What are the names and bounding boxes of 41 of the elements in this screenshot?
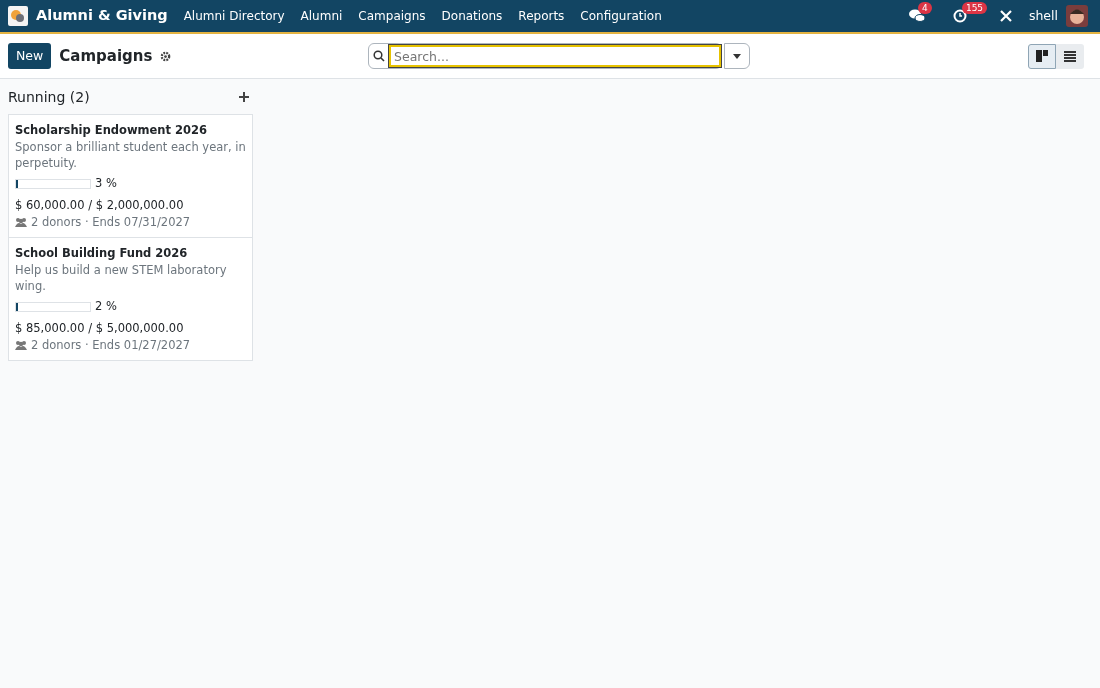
breadcrumb: Campaigns bbox=[59, 45, 153, 67]
add-icon[interactable] bbox=[239, 92, 249, 102]
card-description: Help us build a new STEM laboratory wing. bbox=[15, 262, 228, 295]
user-name[interactable]: shell bbox=[1028, 6, 1058, 26]
search-icon bbox=[373, 50, 385, 62]
progress-percent: 3 % bbox=[95, 175, 117, 193]
activity-clock-icon[interactable] bbox=[952, 9, 967, 23]
menu-item[interactable]: Configuration bbox=[572, 7, 670, 25]
new-button[interactable]: New bbox=[8, 42, 52, 70]
card-meta: 2 donors · Ends 07/31/2027 bbox=[31, 213, 191, 231]
card-meta: 2 donors · Ends 01/27/2027 bbox=[31, 336, 191, 354]
users-icon bbox=[15, 340, 27, 351]
card-title: Scholarship Endowment 2026 bbox=[15, 122, 209, 139]
list-view-button[interactable] bbox=[1056, 43, 1084, 69]
card-description: Sponsor a brilliant student each year, in perpetuity. bbox=[15, 139, 246, 172]
menu-item[interactable]: Donations bbox=[433, 7, 511, 25]
column-title: Running (2) bbox=[8, 87, 90, 107]
menu-item[interactable]: Alumni Directory bbox=[175, 7, 293, 25]
amount-text: $ 60,000.00 / $ 2,000,000.00 bbox=[15, 196, 185, 214]
card-title: School Building Fund 2026 bbox=[15, 245, 189, 262]
campaign-card[interactable]: Scholarship Endowment 2026 Sponsor a brilliant student each year, in perpetuity. 3 % $ 60,000.00 / $ 2,000,000.00 2 donors · Ends 07/31/2027 bbox=[8, 114, 253, 238]
settings-icon[interactable] bbox=[160, 50, 172, 62]
campaign-card[interactable]: School Building Fund 2026 Help us build a new STEM laboratory wing. 2 % $ 85,000.00 / $ 5,000,000.00 2 donors · Ends 01/27/2027 bbox=[8, 237, 253, 361]
app-logo-icon bbox=[8, 6, 28, 26]
users-icon bbox=[15, 217, 27, 228]
list-icon bbox=[1064, 50, 1076, 62]
tools-icon[interactable] bbox=[998, 9, 1013, 23]
user-avatar[interactable] bbox=[1066, 5, 1088, 27]
activity-count: 155 bbox=[961, 2, 988, 14]
search-field[interactable]: Search... bbox=[368, 43, 722, 69]
amount-text: $ 85,000.00 / $ 5,000,000.00 bbox=[15, 319, 185, 337]
menu-item[interactable]: Reports bbox=[510, 7, 573, 25]
menu-item[interactable]: Campaigns bbox=[350, 7, 434, 25]
progress-percent: 2 % bbox=[95, 298, 117, 316]
search-options-button[interactable] bbox=[724, 43, 750, 69]
caret-icon bbox=[733, 53, 741, 59]
menu-item[interactable]: Alumni bbox=[292, 7, 351, 25]
kanban-icon bbox=[1036, 50, 1048, 62]
app-title[interactable]: Alumni & Giving bbox=[36, 5, 168, 27]
message-count: 4 bbox=[917, 2, 932, 14]
kanban-view-button[interactable] bbox=[1028, 43, 1056, 69]
